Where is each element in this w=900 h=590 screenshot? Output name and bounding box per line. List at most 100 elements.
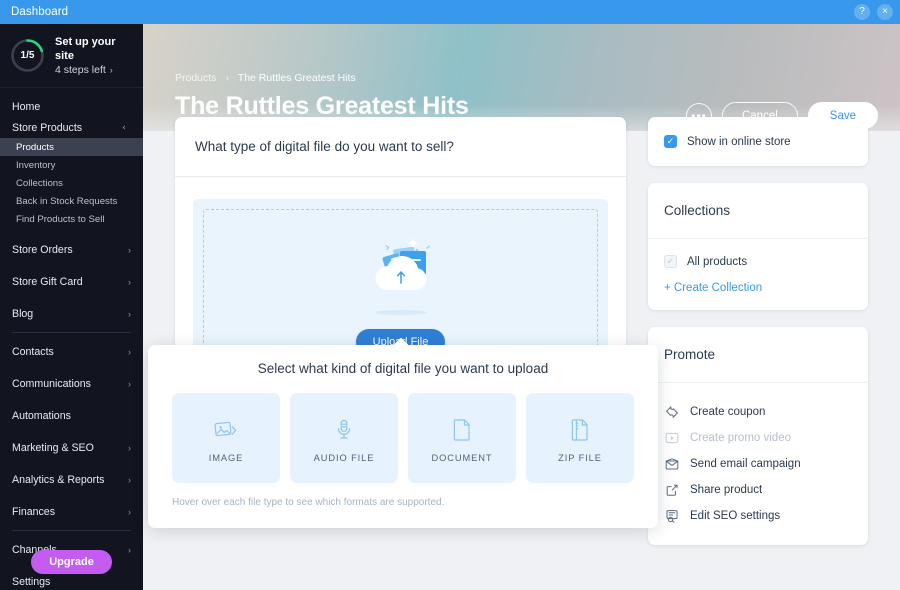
file-type-zip[interactable]: ZIP FILE [526,393,634,483]
file-type-image[interactable]: IMAGE [172,393,280,483]
sidebar-item-analytics-reports[interactable]: Analytics & Reports › [0,469,143,490]
sidebar-item-inventory[interactable]: Inventory [0,156,143,174]
sidebar-divider-2 [12,530,131,531]
sidebar-item-contacts[interactable]: Contacts › [0,341,143,362]
right-panel: ✓ Show in online store Collections ✓ All… [648,117,868,562]
sidebar-subnav-store-products: Products Inventory Collections Back in S… [0,138,143,228]
collections-card-title: Collections [648,183,868,239]
close-icon[interactable]: × [877,4,893,20]
more-options-button[interactable]: ••• [685,102,712,129]
file-type-audio[interactable]: AUDIO FILE [290,393,398,483]
send-email-campaign-item[interactable]: Send email campaign [664,451,852,477]
promote-item-label: Create promo video [690,432,791,444]
setup-steps-left: 4 steps left [55,63,106,76]
page-title: The Ruttles Greatest Hits [175,92,469,120]
save-button[interactable]: Save [807,102,878,129]
sidebar-item-store-orders[interactable]: Store Orders › [0,239,143,260]
sidebar-item-finances[interactable]: Finances › [0,501,143,522]
setup-text: Set up your site 4 steps left › [55,35,133,77]
popover-arrow [394,338,408,346]
upgrade-button[interactable]: Upgrade [31,550,112,574]
progress-ring-label: 1/5 [20,50,35,61]
promote-item-label: Create coupon [690,406,766,418]
window-controls: ? × [854,0,893,24]
coupon-icon [664,405,679,420]
sidebar-item-store-gift-card[interactable]: Store Gift Card › [0,271,143,292]
sidebar-nav: Home Store Products ⌃ Products Inventory… [0,88,143,590]
sidebar-item-label: Automations [12,409,71,422]
image-icon [213,413,239,447]
collections-card-body: ✓ All products + Create Collection [648,239,868,310]
setup-subtitle: 4 steps left › [55,63,133,77]
collection-all-products-row: ✓ All products [664,255,852,268]
sidebar-item-communications[interactable]: Communications › [0,373,143,394]
file-type-grid: IMAGE AUDIO FILE DOCUMENT ZIP FILE [148,376,658,483]
cancel-button[interactable]: Cancel [721,102,798,129]
sidebar-item-back-in-stock-requests[interactable]: Back in Stock Requests [0,192,143,210]
share-product-item[interactable]: Share product [664,477,852,503]
cloud-upload-illustration [375,238,430,290]
chevron-right-icon: › [128,276,131,287]
file-type-popover: Select what kind of digital file you wan… [148,338,658,528]
promote-card: Promote Create coupon Create promo video [648,327,868,545]
sidebar-item-marketing-seo[interactable]: Marketing & SEO › [0,437,143,458]
help-icon[interactable]: ? [854,4,870,20]
sidebar-item-label: Finances [12,505,55,518]
sidebar-item-label: Contacts [12,345,54,358]
chevron-right-icon: › [128,474,131,485]
show-in-online-store-checkbox[interactable]: ✓ [664,135,677,148]
sidebar-item-label: Settings [12,575,51,588]
breadcrumb: Products › The Ruttles Greatest Hits [175,72,356,84]
chevron-right-icon: › [128,346,131,357]
video-icon [664,431,679,446]
promote-item-label: Share product [690,484,763,496]
setup-title: Set up your site [55,35,116,62]
sidebar-item-label: Blog [12,307,34,320]
collection-all-products-checkbox: ✓ [664,255,677,268]
chevron-up-icon: ⌃ [121,123,132,132]
upgrade-area: Upgrade [0,550,143,574]
sidebar-item-collections[interactable]: Collections [0,174,143,192]
progress-ring: 1/5 [10,38,45,73]
sidebar-item-find-products-to-sell[interactable]: Find Products to Sell [0,210,143,228]
sidebar-item-automations[interactable]: Automations [0,405,143,426]
sidebar-item-label: Store Products [12,121,83,134]
show-in-online-store-label: Show in online store [687,135,791,148]
zip-file-icon [567,413,593,447]
create-coupon-item[interactable]: Create coupon [664,399,852,425]
document-icon [449,413,475,447]
file-type-label: IMAGE [208,453,244,463]
sidebar-item-label: Analytics & Reports [12,473,105,486]
chevron-right-icon: › [128,506,131,517]
share-icon [664,483,679,498]
file-type-document[interactable]: DOCUMENT [408,393,516,483]
chevron-right-icon: › [225,72,229,84]
collection-all-products-label: All products [687,255,748,268]
breadcrumb-current: The Ruttles Greatest Hits [237,72,356,84]
envelope-icon [664,457,679,472]
show-in-online-store-row[interactable]: ✓ Show in online store [664,135,852,148]
sidebar-item-label: Marketing & SEO [12,441,94,454]
chevron-right-icon: › [109,64,113,75]
sidebar-item-home[interactable]: Home [0,96,143,117]
create-collection-link[interactable]: + Create Collection [664,282,852,294]
create-promo-video-item: Create promo video [664,425,852,451]
breadcrumb-products-link[interactable]: Products [175,72,216,84]
chevron-right-icon: › [128,442,131,453]
sidebar-item-products[interactable]: Products [0,138,143,156]
sidebar-item-blog[interactable]: Blog › [0,303,143,324]
edit-seo-settings-item[interactable]: Edit SEO settings [664,503,852,529]
file-type-label: DOCUMENT [431,453,493,463]
digital-file-question: What type of digital file do you want to… [175,117,626,177]
setup-progress-block[interactable]: 1/5 Set up your site 4 steps left › [0,24,143,88]
promote-card-title: Promote [648,327,868,383]
chevron-right-icon: › [128,378,131,389]
sidebar-item-store-products[interactable]: Store Products ⌃ [0,117,143,138]
sidebar-item-label: Store Gift Card [12,275,83,288]
